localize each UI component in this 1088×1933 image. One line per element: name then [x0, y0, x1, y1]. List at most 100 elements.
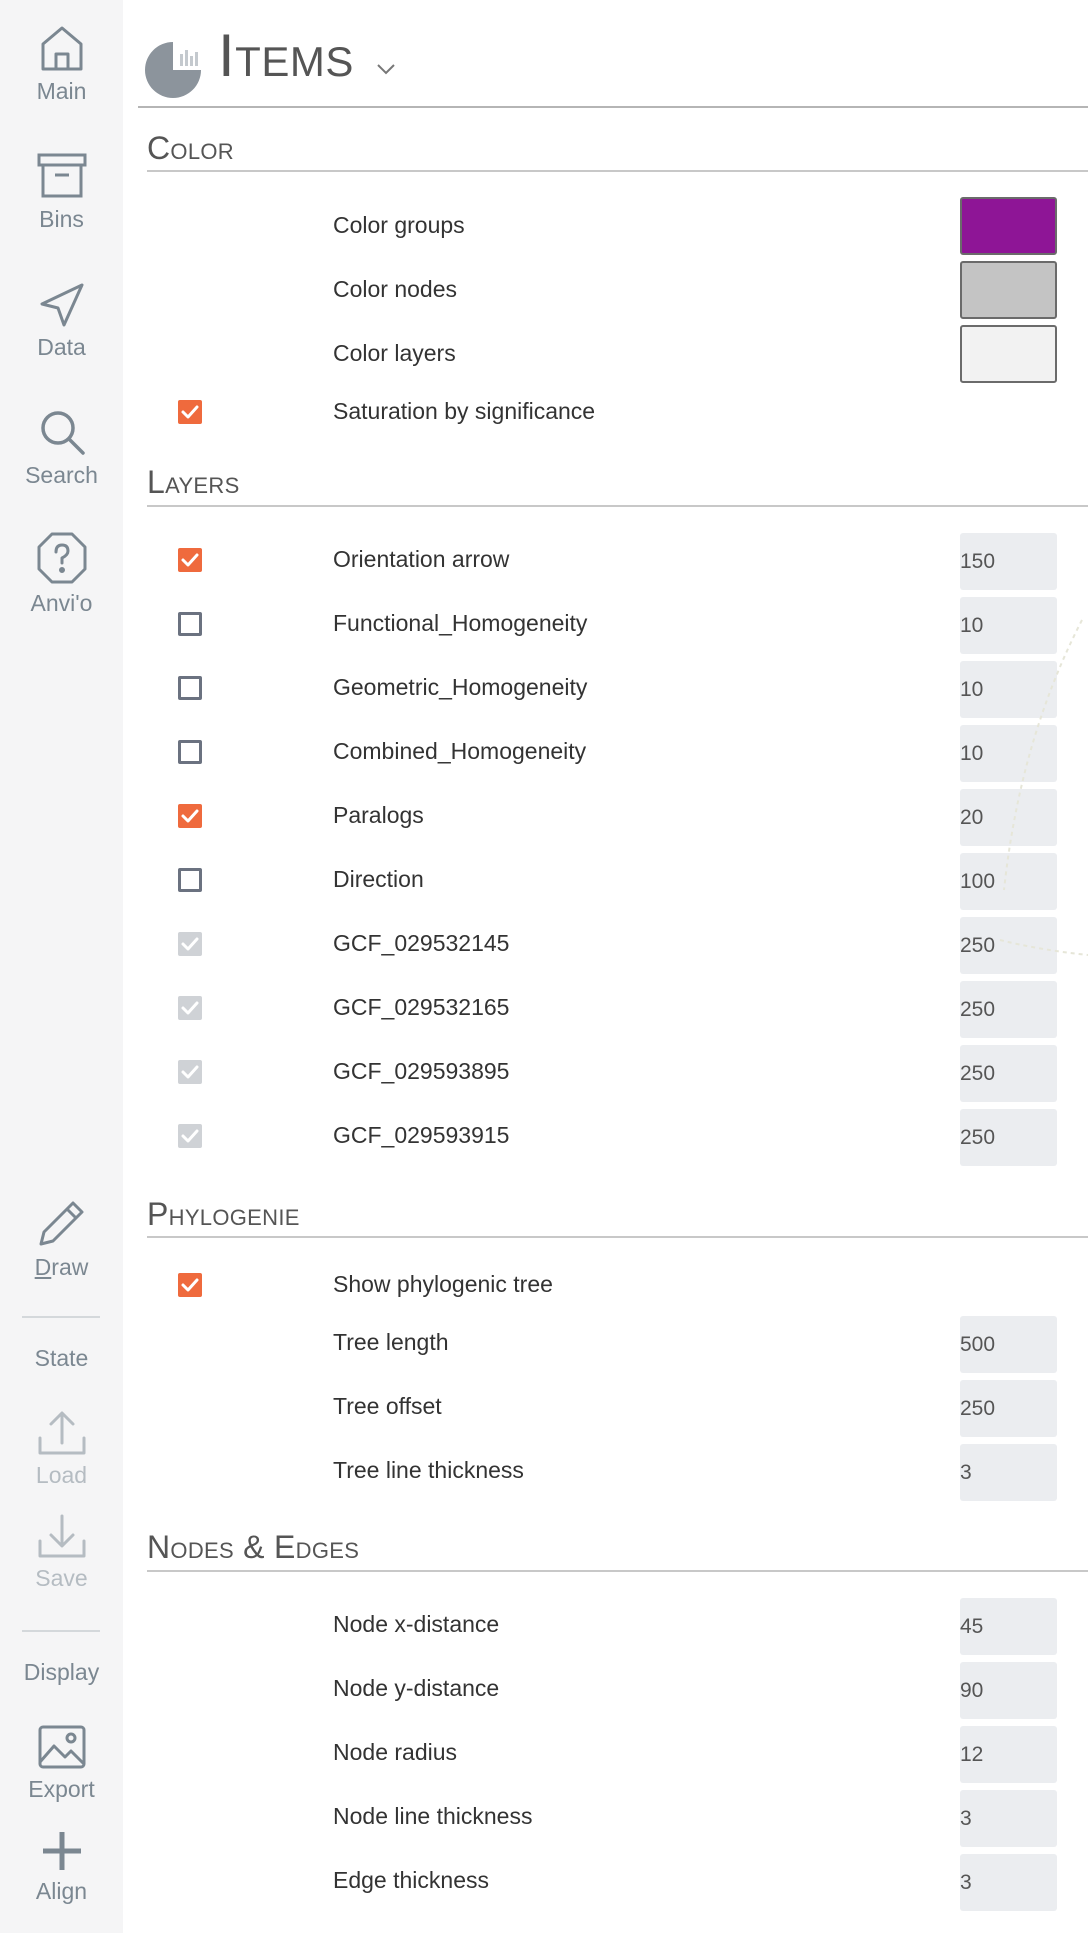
layer-label: Functional_Homogeneity — [333, 610, 588, 636]
nav-load-label: Load — [35, 1462, 88, 1488]
saturation-checkbox[interactable] — [178, 400, 202, 424]
node-radius-input[interactable]: 12 — [960, 1726, 1057, 1783]
section-title-layers: Layers — [147, 464, 240, 500]
layer-checkbox[interactable] — [178, 740, 202, 764]
help-hexagon-icon — [37, 532, 86, 584]
nav-export[interactable]: Export — [0, 1724, 123, 1803]
nav-anvio-label: Anvi'o — [30, 590, 93, 616]
pencil-icon — [39, 1201, 83, 1246]
nav-search[interactable]: Search — [0, 408, 123, 489]
send-arrow-icon — [40, 283, 83, 327]
upload-icon — [38, 1411, 85, 1455]
pie-chart-icon — [145, 42, 201, 98]
color-layers-swatch[interactable] — [960, 325, 1057, 383]
section-divider — [147, 170, 1088, 172]
state-heading: State — [34, 1345, 89, 1371]
node-x-distance-input[interactable]: 45 — [960, 1598, 1057, 1655]
nav-bins[interactable]: Bins — [0, 152, 123, 233]
tree-offset-label: Tree offset — [333, 1393, 442, 1419]
layer-checkbox[interactable] — [178, 1060, 202, 1084]
chevron-down-icon[interactable] — [376, 56, 396, 82]
nav-data[interactable]: Data — [0, 282, 123, 361]
home-icon — [41, 26, 82, 71]
layer-checkbox[interactable] — [178, 804, 202, 828]
nav-search-label: Search — [25, 462, 98, 488]
tree-offset-input[interactable]: 250 — [960, 1380, 1057, 1437]
color-layers-label: Color layers — [333, 340, 456, 366]
nav-align[interactable]: Align — [0, 1830, 123, 1905]
layer-checkbox[interactable] — [178, 612, 202, 636]
nav-bins-label: Bins — [39, 206, 84, 232]
tree-preview-arc — [999, 619, 1088, 956]
layer-label: Geometric_Homogeneity — [333, 674, 588, 700]
edge-thickness-input[interactable]: 3 — [960, 1854, 1057, 1911]
nav-anvio[interactable]: Anvi'o — [0, 532, 123, 617]
layer-label: GCF_029532145 — [333, 930, 510, 956]
layer-checkbox[interactable] — [178, 676, 202, 700]
nav-main-label: Main — [36, 78, 87, 104]
layer-checkbox[interactable] — [178, 996, 202, 1020]
checkmark-icon — [181, 405, 199, 419]
section-divider — [147, 505, 1088, 507]
layer-label: Direction — [333, 866, 424, 892]
layer-label: Combined_Homogeneity — [333, 738, 587, 764]
layer-label: GCF_029532165 — [333, 994, 510, 1020]
download-icon — [38, 1514, 85, 1558]
checkmark-icon — [181, 1278, 199, 1292]
tree-line-thickness-input[interactable]: 3 — [960, 1444, 1057, 1501]
layer-height-input[interactable]: 250 — [960, 1045, 1057, 1102]
section-title-phylogenie: Phylogenie — [147, 1196, 300, 1232]
nav-save-label: Save — [35, 1565, 88, 1591]
checkmark-icon — [181, 1001, 199, 1015]
node-x-distance-label: Node x-distance — [333, 1611, 500, 1637]
search-icon — [40, 411, 85, 455]
node-y-distance-label: Node y-distance — [333, 1675, 500, 1701]
checkmark-icon — [181, 1129, 199, 1143]
header-divider — [138, 106, 1088, 108]
section-title-nodes-edges: Nodes & Edges — [147, 1529, 360, 1565]
nav-main[interactable]: Main — [0, 24, 123, 105]
layer-checkbox[interactable] — [178, 932, 202, 956]
tree-length-label: Tree length — [333, 1329, 449, 1355]
panel-title: Items — [218, 22, 354, 89]
color-groups-label: Color groups — [333, 212, 465, 238]
layer-height-input[interactable]: 250 — [960, 1109, 1057, 1166]
tree-length-input[interactable]: 500 — [960, 1316, 1057, 1373]
node-line-thickness-input[interactable]: 3 — [960, 1790, 1057, 1847]
section-title-color: Color — [147, 130, 234, 166]
plus-icon — [42, 1832, 81, 1870]
nav-data-label: Data — [37, 334, 86, 360]
layer-label: GCF_029593915 — [333, 1122, 510, 1148]
checkmark-icon — [181, 553, 199, 567]
nav-load[interactable]: Load — [0, 1410, 123, 1489]
checkmark-icon — [181, 937, 199, 951]
nav-draw-label: Draw — [34, 1254, 89, 1280]
layer-label: Orientation arrow — [333, 546, 510, 572]
layer-checkbox[interactable] — [178, 1124, 202, 1148]
nav-draw[interactable]: Draw — [0, 1198, 123, 1281]
panel-header[interactable]: Items — [138, 22, 1088, 102]
nav-align-label: Align — [35, 1878, 88, 1904]
nav-save[interactable]: Save — [0, 1513, 123, 1592]
nav-export-label: Export — [28, 1776, 95, 1802]
layer-checkbox[interactable] — [178, 868, 202, 892]
edge-thickness-label: Edge thickness — [333, 1867, 489, 1893]
node-y-distance-input[interactable]: 90 — [960, 1662, 1057, 1719]
checkmark-icon — [181, 809, 199, 823]
sidebar: Main Bins Data Search Anvi'o Draw State … — [0, 0, 123, 1933]
color-nodes-swatch[interactable] — [960, 261, 1057, 319]
show-tree-checkbox[interactable] — [178, 1273, 202, 1297]
layer-label: Paralogs — [333, 802, 424, 828]
color-nodes-label: Color nodes — [333, 276, 458, 302]
layer-checkbox[interactable] — [178, 548, 202, 572]
section-divider — [147, 1236, 1088, 1238]
tree-line-thickness-label: Tree line thickness — [333, 1457, 524, 1483]
checkmark-icon — [181, 1065, 199, 1079]
layer-height-input[interactable]: 250 — [960, 981, 1057, 1038]
image-icon — [38, 1725, 85, 1769]
display-heading: Display — [23, 1659, 100, 1685]
show-tree-label: Show phylogenic tree — [333, 1271, 553, 1297]
color-groups-swatch[interactable] — [960, 197, 1057, 255]
saturation-label: Saturation by significance — [333, 398, 596, 424]
sidebar-divider — [22, 1630, 100, 1632]
